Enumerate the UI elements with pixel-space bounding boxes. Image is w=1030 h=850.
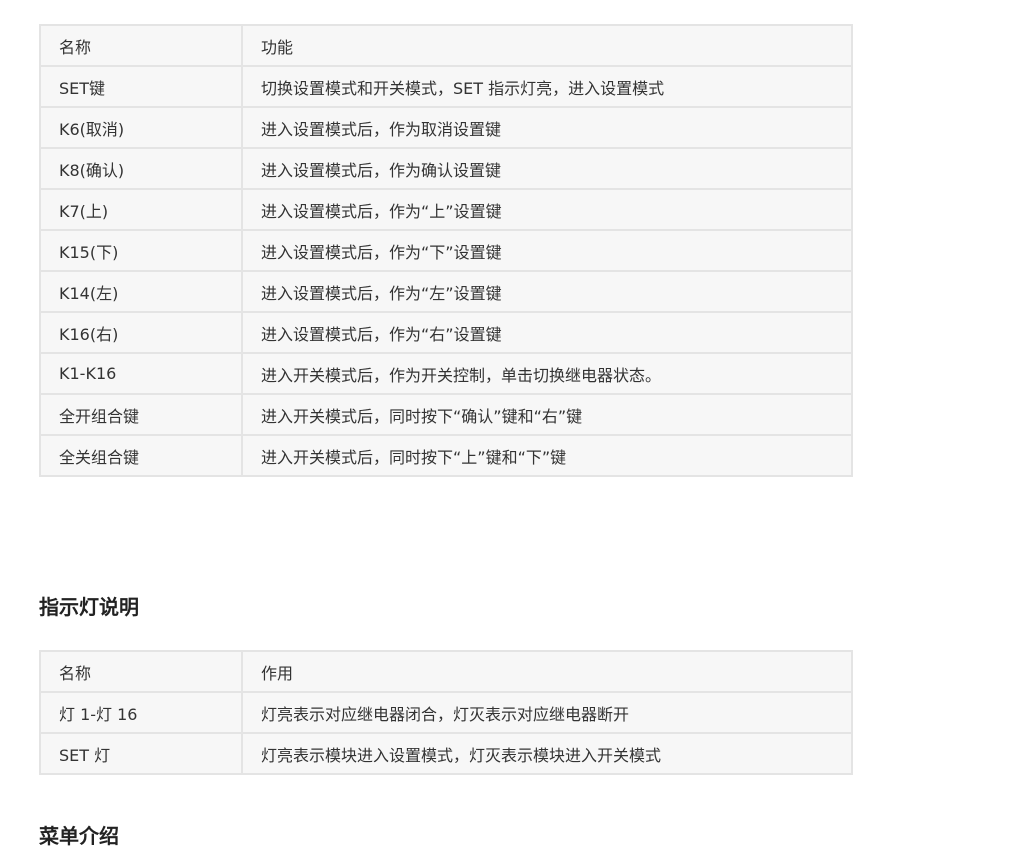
- document: 名称 功能 SET键 切换设置模式和开关模式，SET 指示灯亮，进入设置模式 K…: [0, 0, 1030, 850]
- key-function-cell: 进入开关模式后，同时按下“上”键和“下”键: [241, 434, 853, 477]
- key-name-cell: K14(左): [39, 270, 243, 313]
- header-cell-name: 名称: [39, 24, 243, 67]
- light-effect-cell: 灯亮表示对应继电器闭合，灯灭表示对应继电器断开: [241, 691, 853, 734]
- table-row: K16(右) 进入设置模式后，作为“右”设置键: [39, 311, 853, 354]
- header-cell-effect: 作用: [241, 650, 853, 693]
- table-row: K1-K16 进入开关模式后，作为开关控制，单击切换继电器状态。: [39, 352, 853, 395]
- key-name-cell: K1-K16: [39, 352, 243, 395]
- table-row: K15(下) 进入设置模式后，作为“下”设置键: [39, 229, 853, 272]
- key-function-cell: 进入设置模式后，作为“右”设置键: [241, 311, 853, 354]
- table-row: SET 灯 灯亮表示模块进入设置模式，灯灭表示模块进入开关模式: [39, 732, 853, 775]
- key-name-cell: 全开组合键: [39, 393, 243, 436]
- key-function-cell: 切换设置模式和开关模式，SET 指示灯亮，进入设置模式: [241, 65, 853, 108]
- light-name-cell: SET 灯: [39, 732, 243, 775]
- key-name-cell: K8(确认): [39, 147, 243, 190]
- light-effect-cell: 灯亮表示模块进入设置模式，灯灭表示模块进入开关模式: [241, 732, 853, 775]
- key-name-cell: K7(上): [39, 188, 243, 231]
- table-row: K7(上) 进入设置模式后，作为“上”设置键: [39, 188, 853, 231]
- key-name-cell: K15(下): [39, 229, 243, 272]
- key-function-cell: 进入设置模式后，作为“上”设置键: [241, 188, 853, 231]
- key-function-cell: 进入设置模式后，作为取消设置键: [241, 106, 853, 149]
- table-header-row: 名称 功能: [39, 24, 853, 67]
- table-header-row: 名称 作用: [39, 650, 853, 693]
- key-function-cell: 进入设置模式后，作为确认设置键: [241, 147, 853, 190]
- key-function-cell: 进入开关模式后，同时按下“确认”键和“右”键: [241, 393, 853, 436]
- table-row: 灯 1-灯 16 灯亮表示对应继电器闭合，灯灭表示对应继电器断开: [39, 691, 853, 734]
- key-name-cell: K6(取消): [39, 106, 243, 149]
- key-name-cell: 全关组合键: [39, 434, 243, 477]
- key-function-cell: 进入开关模式后，作为开关控制，单击切换继电器状态。: [241, 352, 853, 395]
- light-name-cell: 灯 1-灯 16: [39, 691, 243, 734]
- key-function-cell: 进入设置模式后，作为“下”设置键: [241, 229, 853, 272]
- table-row: K14(左) 进入设置模式后，作为“左”设置键: [39, 270, 853, 313]
- section-heading-menu-intro: 菜单介绍: [39, 824, 119, 848]
- table-row: K8(确认) 进入设置模式后，作为确认设置键: [39, 147, 853, 190]
- header-cell-name: 名称: [39, 650, 243, 693]
- indicator-lights-table: 名称 作用 灯 1-灯 16 灯亮表示对应继电器闭合，灯灭表示对应继电器断开 S…: [39, 650, 853, 775]
- table-row: 全关组合键 进入开关模式后，同时按下“上”键和“下”键: [39, 434, 853, 477]
- key-name-cell: K16(右): [39, 311, 243, 354]
- table-row: 全开组合键 进入开关模式后，同时按下“确认”键和“右”键: [39, 393, 853, 436]
- key-function-cell: 进入设置模式后，作为“左”设置键: [241, 270, 853, 313]
- key-name-cell: SET键: [39, 65, 243, 108]
- section-heading-indicator-lights: 指示灯说明: [39, 595, 139, 619]
- table-row: K6(取消) 进入设置模式后，作为取消设置键: [39, 106, 853, 149]
- table-row: SET键 切换设置模式和开关模式，SET 指示灯亮，进入设置模式: [39, 65, 853, 108]
- header-cell-function: 功能: [241, 24, 853, 67]
- keys-function-table: 名称 功能 SET键 切换设置模式和开关模式，SET 指示灯亮，进入设置模式 K…: [39, 24, 853, 477]
